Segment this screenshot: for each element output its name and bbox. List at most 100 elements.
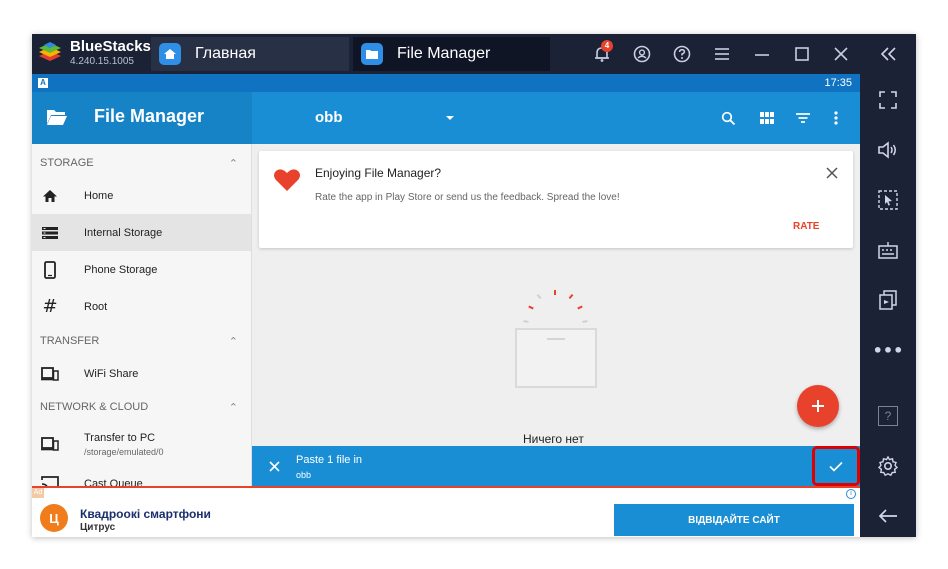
chevron-up-icon: ⌃ [228,157,238,170]
drawer-item-phone-storage[interactable]: Phone Storage [32,251,251,288]
ad-subtitle: Цитрус [80,522,116,533]
search-icon[interactable] [718,108,738,128]
ad-title: Квадроокі смартфони [80,507,211,521]
file-list-area: Enjoying File Manager? Rate the app in P… [252,144,860,486]
drawer-item-cast-queue[interactable]: Cast Queue [32,465,251,487]
fullscreen-icon[interactable] [874,86,902,114]
drawer-header: File Manager [32,92,252,144]
wifi-share-icon [39,364,61,384]
drawer-item-label: Cast Queue [84,477,143,487]
android-status-bar: A 17:35 [32,74,860,92]
empty-box-icon [515,328,597,388]
filter-icon[interactable] [793,108,813,128]
tab-file-manager[interactable]: File Manager [353,37,550,71]
section-storage[interactable]: STORAGE ⌃ [40,157,244,175]
drawer-item-label: Internal Storage [84,226,163,239]
home-icon [39,186,61,206]
paste-title: Paste 1 file in [296,454,363,466]
emulator-name: BlueStacks [70,38,151,55]
maximize-icon[interactable] [790,42,814,66]
status-app-icon: A [38,78,48,88]
folder-open-icon [47,110,67,125]
folder-icon [361,43,383,65]
plus-icon [812,400,824,412]
emulator-sidebar: ••• ? [860,34,916,537]
chevron-up-icon: ⌃ [228,335,238,348]
more-icon[interactable]: ••• [873,336,904,364]
drawer-item-root[interactable]: # Root [32,288,251,325]
rating-card-title: Enjoying File Manager? [315,166,442,180]
confirm-paste-button[interactable] [812,446,860,486]
grid-icon[interactable] [757,108,777,128]
cursor-icon[interactable] [874,186,902,214]
help-icon[interactable] [670,42,694,66]
hash-icon: # [42,296,58,317]
close-icon[interactable] [824,165,840,181]
tab-file-manager-label: File Manager [397,45,491,62]
section-label: NETWORK & CLOUD [40,401,149,413]
close-icon[interactable] [829,42,853,66]
sidebar-help-icon[interactable]: ? [874,402,902,430]
volume-icon[interactable] [874,136,902,164]
drawer-item-label: Phone Storage [84,263,158,276]
drawer-item-label: Home [84,189,114,202]
empty-state-text: Ничего нет [523,432,584,446]
spark-mark [582,320,588,323]
app-bar: File Manager obb [32,92,860,144]
collapse-icon[interactable] [874,40,902,68]
ad-label: Ad [32,488,44,498]
drawer-item-wifi-share[interactable]: WiFi Share [32,355,251,392]
cast-icon [39,474,61,486]
advertiser-logo: Ц [40,504,68,532]
ad-info-icon[interactable]: i [846,489,856,499]
path-dropdown-icon[interactable] [446,116,454,120]
navigation-drawer: STORAGE ⌃ Home Internal Storage Phone St… [32,144,252,486]
more-vert-icon[interactable] [826,108,846,128]
drawer-item-transfer-to-pc[interactable]: Transfer to PC /storage/emulated/0 [32,423,251,465]
phone-icon [39,260,61,280]
account-icon[interactable] [630,42,654,66]
spark-mark [536,293,542,300]
drawer-item-internal-storage[interactable]: Internal Storage [32,214,251,251]
drawer-item-label: Root [84,300,108,313]
paste-bar: Paste 1 file in obb [252,446,860,486]
help-glyph: ? [878,406,898,426]
paste-target: obb [296,470,312,480]
bluestacks-window: BlueStacks 4.240.15.1005 Главная File Ma… [32,34,916,537]
app-title: File Manager [94,106,205,126]
status-clock: 17:35 [824,77,852,89]
drawer-item-home[interactable]: Home [32,177,251,214]
section-transfer[interactable]: TRANSFER ⌃ [40,335,244,353]
minimize-icon[interactable] [750,42,774,66]
section-label: TRANSFER [40,335,100,347]
drawer-item-label: WiFi Share [84,367,139,380]
spark-mark [568,293,574,300]
empty-box-lid [547,338,565,340]
section-network-cloud[interactable]: NETWORK & CLOUD ⌃ [40,401,244,419]
rate-button[interactable]: RATE [793,221,819,232]
spark-mark [554,290,556,295]
ad-banner[interactable]: Ad Ц Квадроокі смартфони Цитрус i ВІДВІД… [32,486,860,537]
drawer-item-text: Transfer to PC /storage/emulated/0 [84,432,164,457]
bluestacks-logo-icon [39,42,61,61]
drawer-item-sublabel: /storage/emulated/0 [84,446,164,457]
storage-icon [39,223,61,243]
settings-icon[interactable] [874,452,902,480]
spark-mark [523,320,529,323]
rating-card-body: Rate the app in Play Store or send us th… [315,192,620,203]
drawer-item-label: Transfer to PC [84,431,156,444]
section-label: STORAGE [40,157,94,169]
visit-site-button[interactable]: ВІДВІДАЙТЕ САЙТ [614,504,854,536]
add-fab-button[interactable] [797,385,839,427]
copy-icon[interactable] [874,286,902,314]
menu-icon[interactable] [710,42,734,66]
cancel-paste-icon[interactable] [266,458,282,474]
back-icon[interactable] [874,502,902,530]
home-icon [159,43,181,65]
emulator-titlebar: BlueStacks 4.240.15.1005 Главная File Ma… [32,34,916,74]
spark-mark [577,305,583,310]
keyboard-icon[interactable] [874,236,902,264]
transfer-pc-icon [39,434,61,454]
current-path[interactable]: obb [315,109,343,126]
tab-home[interactable]: Главная [151,37,349,71]
